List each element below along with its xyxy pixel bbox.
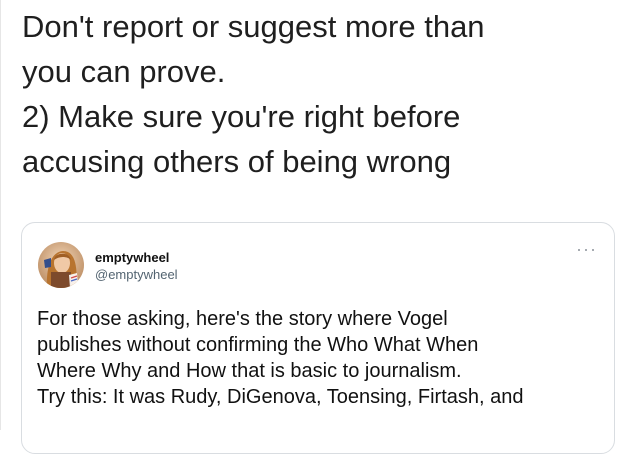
quote-text-line: publishes without confirming the Who Wha… — [37, 334, 479, 356]
quote-text-line: Where Why and How that is basic to journ… — [37, 360, 462, 382]
quote-text-line: Try this: It was Rudy, DiGenova, Toensin… — [37, 386, 524, 408]
more-horizontal-icon[interactable] — [578, 247, 594, 253]
tweet-text: Don't report or suggest more than you ca… — [22, 4, 607, 184]
tweet-text-line: 2) Make sure you're right before — [22, 99, 461, 134]
quote-text-line: For those asking, here's the story where… — [37, 308, 448, 330]
tweet-text-line: you can prove. — [22, 54, 226, 89]
tweet-text-line: accusing others of being wrong — [22, 144, 452, 179]
author-name[interactable]: emptywheel — [95, 250, 169, 265]
author-handle[interactable]: @emptywheel — [95, 267, 178, 282]
quoted-tweet-text: For those asking, here's the story where… — [37, 306, 597, 410]
left-divider — [0, 0, 1, 430]
tweet-text-line: Don't report or suggest more than — [22, 9, 485, 44]
quoted-tweet-card[interactable]: emptywheel @emptywheel For those asking,… — [21, 222, 615, 454]
avatar-photo-icon — [38, 242, 84, 288]
avatar[interactable] — [38, 242, 84, 288]
